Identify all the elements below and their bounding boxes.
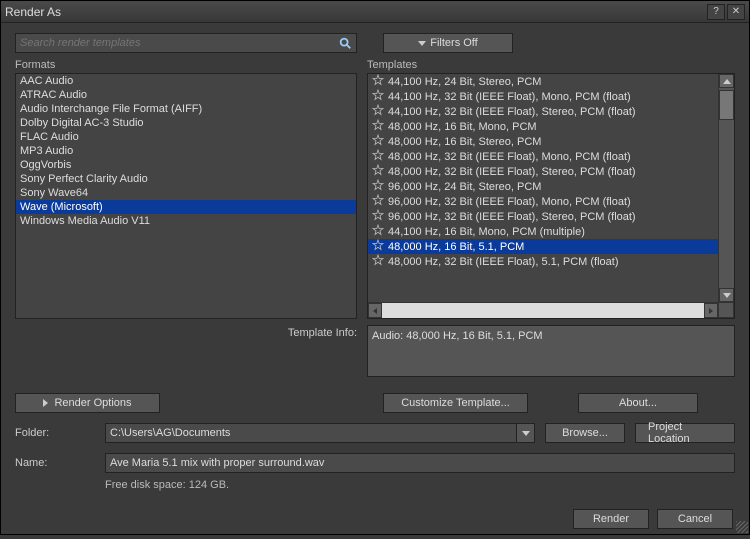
- star-icon[interactable]: [372, 179, 384, 194]
- star-icon[interactable]: [372, 134, 384, 149]
- template-item-label: 44,100 Hz, 16 Bit, Mono, PCM (multiple): [388, 226, 585, 238]
- star-icon[interactable]: [372, 74, 384, 89]
- template-item[interactable]: 96,000 Hz, 32 Bit (IEEE Float), Mono, PC…: [368, 194, 734, 209]
- template-item-label: 96,000 Hz, 32 Bit (IEEE Float), Mono, PC…: [388, 196, 631, 208]
- template-item-label: 44,100 Hz, 24 Bit, Stereo, PCM: [388, 76, 541, 88]
- star-icon[interactable]: [372, 209, 384, 224]
- filters-label: Filters Off: [430, 37, 477, 49]
- scroll-thumb[interactable]: [719, 90, 734, 120]
- scroll-left-button[interactable]: [368, 303, 382, 318]
- folder-dropdown-button[interactable]: [517, 423, 535, 443]
- template-item-label: 48,000 Hz, 16 Bit, Stereo, PCM: [388, 136, 541, 148]
- name-input[interactable]: [105, 453, 735, 473]
- format-item[interactable]: ATRAC Audio: [16, 88, 356, 102]
- scroll-right-button[interactable]: [704, 303, 718, 318]
- customize-template-button[interactable]: Customize Template...: [383, 393, 528, 413]
- format-item[interactable]: MP3 Audio: [16, 144, 356, 158]
- star-icon[interactable]: [372, 164, 384, 179]
- project-location-button[interactable]: Project Location: [635, 423, 735, 443]
- format-item[interactable]: Windows Media Audio V11: [16, 214, 356, 228]
- search-icon: [338, 36, 352, 50]
- format-item[interactable]: FLAC Audio: [16, 130, 356, 144]
- horizontal-scrollbar[interactable]: [368, 302, 718, 318]
- search-field[interactable]: [15, 33, 357, 53]
- template-item[interactable]: 44,100 Hz, 24 Bit, Stereo, PCM: [368, 74, 734, 89]
- template-item-label: 48,000 Hz, 32 Bit (IEEE Float), 5.1, PCM…: [388, 256, 618, 268]
- browse-button[interactable]: Browse...: [545, 423, 625, 443]
- search-input[interactable]: [20, 37, 338, 49]
- vertical-scrollbar[interactable]: [718, 74, 734, 318]
- template-item-label: 48,000 Hz, 32 Bit (IEEE Float), Mono, PC…: [388, 151, 631, 163]
- scroll-track[interactable]: [382, 303, 704, 318]
- chevron-down-icon: [723, 293, 731, 298]
- star-icon[interactable]: [372, 89, 384, 104]
- star-icon[interactable]: [372, 149, 384, 164]
- render-options-button[interactable]: Render Options: [15, 393, 160, 413]
- format-item[interactable]: Dolby Digital AC-3 Studio: [16, 116, 356, 130]
- folder-input[interactable]: [105, 423, 517, 443]
- star-icon[interactable]: [372, 119, 384, 134]
- template-item-label: 48,000 Hz, 16 Bit, Mono, PCM: [388, 121, 537, 133]
- star-icon[interactable]: [372, 254, 384, 269]
- template-item[interactable]: 44,100 Hz, 32 Bit (IEEE Float), Mono, PC…: [368, 89, 734, 104]
- folder-label: Folder:: [15, 427, 95, 439]
- star-icon[interactable]: [372, 224, 384, 239]
- cancel-button[interactable]: Cancel: [657, 509, 733, 529]
- star-icon[interactable]: [372, 239, 384, 254]
- chevron-right-icon: [43, 399, 48, 407]
- template-item[interactable]: 96,000 Hz, 24 Bit, Stereo, PCM: [368, 179, 734, 194]
- scroll-down-button[interactable]: [719, 288, 734, 302]
- scroll-corner: [718, 302, 734, 318]
- template-item-label: 48,000 Hz, 16 Bit, 5.1, PCM: [388, 241, 524, 253]
- free-disk-space: Free disk space: 124 GB.: [105, 479, 735, 491]
- template-item[interactable]: 96,000 Hz, 32 Bit (IEEE Float), Stereo, …: [368, 209, 734, 224]
- window-title: Render As: [5, 5, 707, 19]
- scroll-up-button[interactable]: [719, 74, 734, 88]
- chevron-right-icon: [709, 308, 713, 314]
- titlebar: Render As ? ✕: [1, 1, 749, 23]
- template-item[interactable]: 48,000 Hz, 32 Bit (IEEE Float), Stereo, …: [368, 164, 734, 179]
- format-item[interactable]: Wave (Microsoft): [16, 200, 356, 214]
- template-item-label: 96,000 Hz, 24 Bit, Stereo, PCM: [388, 181, 541, 193]
- chevron-left-icon: [373, 308, 377, 314]
- formats-list[interactable]: AAC AudioATRAC AudioAudio Interchange Fi…: [15, 73, 357, 319]
- chevron-down-icon: [522, 431, 530, 436]
- render-options-label: Render Options: [54, 397, 131, 409]
- template-item-label: 44,100 Hz, 32 Bit (IEEE Float), Mono, PC…: [388, 91, 631, 103]
- name-label: Name:: [15, 457, 95, 469]
- format-item[interactable]: OggVorbis: [16, 158, 356, 172]
- templates-list[interactable]: 44,100 Hz, 24 Bit, Stereo, PCM 44,100 Hz,…: [367, 73, 735, 319]
- format-item[interactable]: Sony Perfect Clarity Audio: [16, 172, 356, 186]
- star-icon[interactable]: [372, 104, 384, 119]
- template-item[interactable]: 48,000 Hz, 16 Bit, Stereo, PCM: [368, 134, 734, 149]
- star-icon[interactable]: [372, 194, 384, 209]
- formats-header: Formats: [15, 57, 357, 73]
- template-item[interactable]: 44,100 Hz, 32 Bit (IEEE Float), Stereo, …: [368, 104, 734, 119]
- template-item-label: 44,100 Hz, 32 Bit (IEEE Float), Stereo, …: [388, 106, 636, 118]
- template-info-label: Template Info:: [15, 325, 357, 377]
- template-item[interactable]: 44,100 Hz, 16 Bit, Mono, PCM (multiple): [368, 224, 734, 239]
- render-button[interactable]: Render: [573, 509, 649, 529]
- close-button[interactable]: ✕: [727, 4, 745, 20]
- template-item-label: 48,000 Hz, 32 Bit (IEEE Float), Stereo, …: [388, 166, 636, 178]
- format-item[interactable]: Sony Wave64: [16, 186, 356, 200]
- template-info-text: Audio: 48,000 Hz, 16 Bit, 5.1, PCM: [372, 330, 543, 342]
- format-item[interactable]: AAC Audio: [16, 74, 356, 88]
- filters-button[interactable]: Filters Off: [383, 33, 513, 53]
- template-item[interactable]: 48,000 Hz, 32 Bit (IEEE Float), Mono, PC…: [368, 149, 734, 164]
- template-info-box: Audio: 48,000 Hz, 16 Bit, 5.1, PCM: [367, 325, 735, 377]
- help-button[interactable]: ?: [707, 4, 725, 20]
- templates-header: Templates: [367, 57, 735, 73]
- format-item[interactable]: Audio Interchange File Format (AIFF): [16, 102, 356, 116]
- template-item[interactable]: 48,000 Hz, 32 Bit (IEEE Float), 5.1, PCM…: [368, 254, 734, 269]
- chevron-up-icon: [723, 79, 731, 84]
- template-item[interactable]: 48,000 Hz, 16 Bit, Mono, PCM: [368, 119, 734, 134]
- resize-grip[interactable]: [736, 521, 748, 533]
- template-item-label: 96,000 Hz, 32 Bit (IEEE Float), Stereo, …: [388, 211, 636, 223]
- chevron-down-icon: [418, 41, 426, 46]
- about-button[interactable]: About...: [578, 393, 698, 413]
- template-item[interactable]: 48,000 Hz, 16 Bit, 5.1, PCM: [368, 239, 734, 254]
